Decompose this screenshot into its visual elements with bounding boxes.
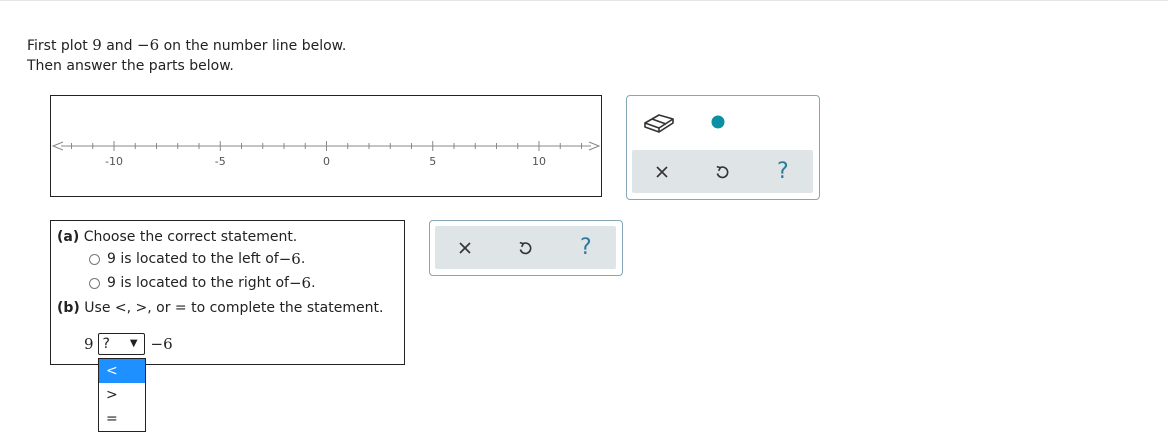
top-divider [0, 0, 1168, 1]
comparison-select[interactable]: ? ▼ [97, 333, 145, 355]
option-left[interactable]: 9 is located to the left of −6. [89, 250, 305, 268]
answer-undo-button[interactable] [505, 230, 545, 266]
instruction-number-2: −6 [137, 36, 160, 54]
answer-tool-panel: ? [429, 220, 623, 276]
question-box: (a) Choose the correct statement. 9 is l… [50, 220, 405, 365]
instructions: First plot 9 and −6 on the number line b… [27, 35, 346, 76]
comparison-statement: 9 ? ▼ −6 [84, 333, 173, 355]
close-icon [656, 165, 668, 178]
option-less-than[interactable]: < [99, 359, 145, 383]
undo-icon [520, 241, 532, 254]
option-right[interactable]: 9 is located to the right of −6. [89, 274, 316, 292]
graph-tool-panel: ? [626, 95, 820, 200]
comparison-dropdown[interactable]: < > = [98, 358, 146, 432]
part-b-prompt: (b) Use <, >, or = to complete the state… [57, 300, 384, 316]
number-line-svg[interactable]: -10 -5 0 5 10 [51, 96, 601, 196]
point-tool-button[interactable] [698, 104, 738, 140]
instruction-number-1: 9 [92, 36, 102, 54]
radio-option-right[interactable] [89, 277, 100, 289]
answer-action-strip: ? [435, 226, 616, 269]
radio-option-left[interactable] [89, 253, 100, 265]
answer-help-button[interactable]: ? [566, 230, 606, 266]
graph-action-strip: ? [632, 150, 813, 193]
tick-label: 10 [532, 155, 546, 168]
instruction-line-2: Then answer the parts below. [27, 58, 234, 74]
number-line-graph[interactable]: -10 -5 0 5 10 [50, 95, 602, 197]
part-a-prompt: (a) Choose the correct statement. [57, 229, 298, 245]
option-greater-than[interactable]: > [99, 383, 145, 407]
tick-label: -10 [105, 155, 123, 168]
tick-label: -5 [215, 155, 226, 168]
left-value: 9 [84, 335, 94, 353]
tick-label: 5 [429, 155, 436, 168]
graph-undo-button[interactable] [702, 154, 742, 190]
graph-help-button[interactable]: ? [763, 154, 803, 190]
answer-clear-button[interactable] [445, 230, 485, 266]
select-value: ? [102, 336, 110, 352]
tick-label: 0 [323, 155, 330, 168]
eraser-icon [644, 114, 674, 133]
right-value: −6 [150, 335, 173, 353]
point-tool-icon [711, 115, 725, 129]
undo-icon [717, 165, 729, 178]
close-icon [459, 241, 471, 254]
graph-clear-button[interactable] [642, 154, 682, 190]
option-equal[interactable]: = [99, 407, 145, 431]
instruction-line-1: First plot 9 and −6 on the number line b… [27, 36, 347, 54]
eraser-button[interactable] [639, 104, 679, 140]
dropdown-arrow-icon: ▼ [129, 338, 138, 349]
